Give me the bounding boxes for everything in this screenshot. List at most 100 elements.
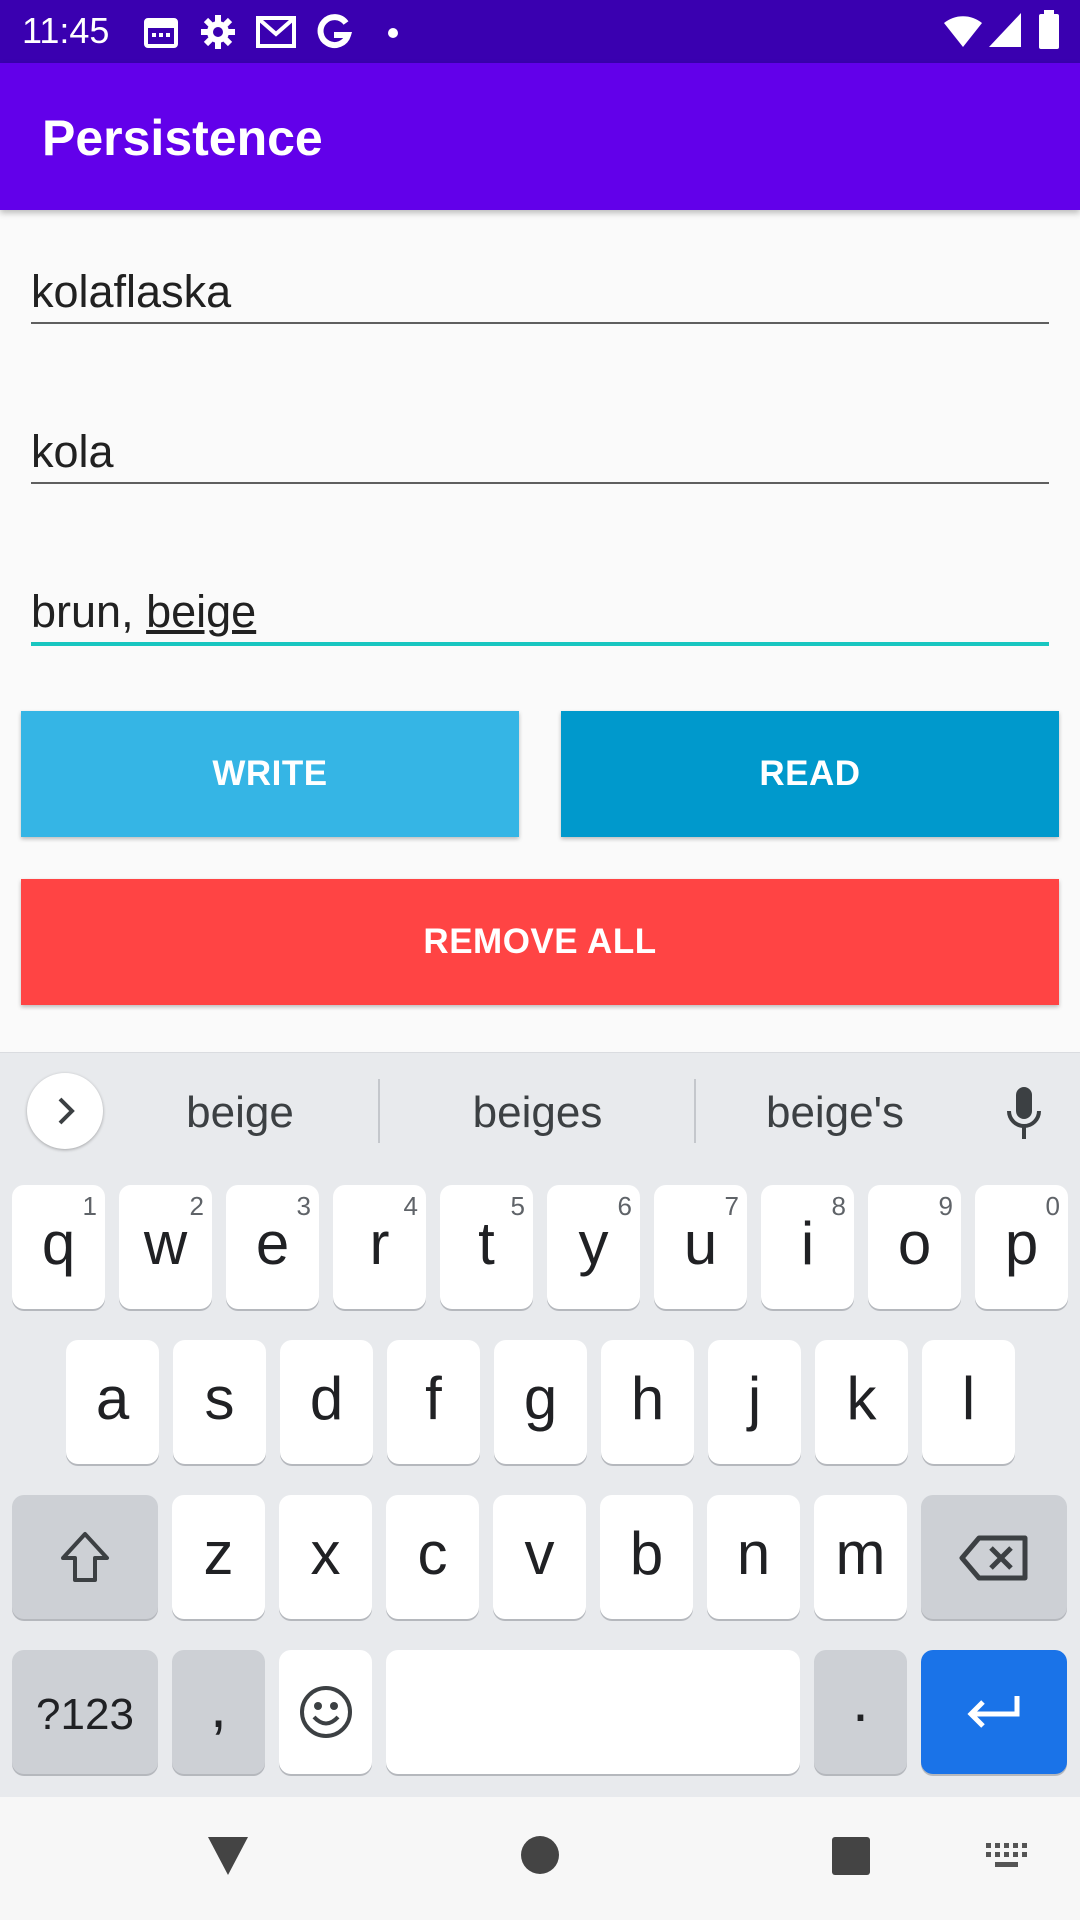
text-field-3[interactable]: brun, beige xyxy=(31,582,1049,646)
recents-icon[interactable] xyxy=(831,1836,871,1876)
space-key[interactable] xyxy=(386,1650,800,1774)
gmail-icon xyxy=(256,16,296,48)
remove-all-button[interactable]: REMOVE ALL xyxy=(21,879,1059,1005)
key-k[interactable]: k xyxy=(815,1340,908,1464)
composing-word: beige xyxy=(146,586,257,637)
key-f[interactable]: f xyxy=(387,1340,480,1464)
back-icon[interactable] xyxy=(206,1835,250,1877)
key-b-label: b xyxy=(629,1520,664,1587)
key-o[interactable]: o9 xyxy=(868,1185,961,1309)
text-field-2-value: kola xyxy=(31,426,114,477)
key-o-hint: 9 xyxy=(938,1191,953,1221)
key-c[interactable]: c xyxy=(386,1495,479,1619)
key-h[interactable]: h xyxy=(601,1340,694,1464)
navigation-bar xyxy=(0,1797,1080,1920)
text-field-2[interactable]: kola xyxy=(31,422,1049,484)
keyboard-switch-icon[interactable] xyxy=(986,1843,1028,1871)
key-x[interactable]: x xyxy=(279,1495,372,1619)
key-t-hint: 5 xyxy=(510,1191,525,1221)
keyboard: beige beiges beige's q1w2e3r4t5y6u7i8o9p… xyxy=(0,1052,1080,1798)
key-a[interactable]: a xyxy=(66,1340,159,1464)
comma-key[interactable]: , xyxy=(172,1650,265,1774)
comma-key-label: , xyxy=(210,1673,227,1740)
settings-icon xyxy=(201,15,235,49)
calendar-icon xyxy=(144,18,178,48)
key-y-hint: 6 xyxy=(617,1191,632,1221)
suggestion-divider xyxy=(694,1079,696,1143)
key-g-label: g xyxy=(523,1365,558,1432)
shift-icon xyxy=(61,1532,109,1582)
key-m-label: m xyxy=(835,1520,886,1587)
period-key[interactable]: . xyxy=(814,1650,907,1774)
key-g[interactable]: g xyxy=(494,1340,587,1464)
wifi-icon xyxy=(944,16,982,47)
key-s[interactable]: s xyxy=(173,1340,266,1464)
key-p[interactable]: p0 xyxy=(975,1185,1068,1309)
suggestion-divider xyxy=(378,1079,380,1143)
key-a-label: a xyxy=(95,1365,130,1432)
key-e-hint: 3 xyxy=(296,1191,311,1221)
text-field-3-value: brun, xyxy=(31,586,147,637)
enter-key[interactable] xyxy=(921,1650,1067,1774)
key-j-label: j xyxy=(747,1365,762,1432)
signal-icon xyxy=(989,13,1021,47)
key-r[interactable]: r4 xyxy=(333,1185,426,1309)
key-l-label: l xyxy=(961,1365,976,1432)
key-p-hint: 0 xyxy=(1045,1191,1060,1221)
key-h-label: h xyxy=(630,1365,665,1432)
period-key-label: . xyxy=(852,1667,869,1734)
status-time: 11:45 xyxy=(22,10,110,51)
key-z[interactable]: z xyxy=(172,1495,265,1619)
key-q[interactable]: q1 xyxy=(12,1185,105,1309)
key-v[interactable]: v xyxy=(493,1495,586,1619)
emoji-key[interactable] xyxy=(279,1650,372,1774)
home-icon[interactable] xyxy=(520,1835,560,1875)
key-n-label: n xyxy=(736,1520,771,1587)
key-v-label: v xyxy=(524,1520,555,1587)
text-field-1-value: kolaflaska xyxy=(31,266,232,317)
suggestion-1[interactable]: beige xyxy=(130,1083,350,1143)
key-d[interactable]: d xyxy=(280,1340,373,1464)
key-w[interactable]: w2 xyxy=(119,1185,212,1309)
key-z-label: z xyxy=(203,1520,234,1587)
key-e[interactable]: e3 xyxy=(226,1185,319,1309)
key-r-hint: 4 xyxy=(403,1191,418,1221)
suggestion-2[interactable]: beiges xyxy=(410,1083,665,1143)
key-u-hint: 7 xyxy=(724,1191,739,1221)
app-bar: Persistence xyxy=(0,63,1080,210)
key-i-hint: 8 xyxy=(831,1191,846,1221)
key-u[interactable]: u7 xyxy=(654,1185,747,1309)
key-t[interactable]: t5 xyxy=(440,1185,533,1309)
read-button[interactable]: READ xyxy=(561,711,1059,837)
key-c-label: c xyxy=(417,1520,448,1587)
status-bar: 11:45 xyxy=(0,0,1080,63)
chevron-right-icon xyxy=(58,1097,75,1125)
key-x-label: x xyxy=(310,1520,341,1587)
key-s-label: s xyxy=(204,1365,235,1432)
key-j[interactable]: j xyxy=(708,1340,801,1464)
google-icon xyxy=(317,14,352,49)
shift-key[interactable] xyxy=(12,1495,158,1619)
app-title: Persistence xyxy=(42,110,323,166)
key-w-hint: 2 xyxy=(189,1191,204,1221)
battery-icon xyxy=(1039,10,1059,49)
key-b[interactable]: b xyxy=(600,1495,693,1619)
suggestion-3[interactable]: beige's xyxy=(720,1083,950,1143)
key-l[interactable]: l xyxy=(922,1340,1015,1464)
dot-icon xyxy=(388,28,398,38)
backspace-key[interactable] xyxy=(921,1495,1067,1619)
symbols-key-label: ?123 xyxy=(36,1690,134,1739)
suggestion-expand-button[interactable] xyxy=(27,1073,103,1149)
key-k-label: k xyxy=(846,1365,877,1432)
key-n[interactable]: n xyxy=(707,1495,800,1619)
text-field-1[interactable]: kolaflaska xyxy=(31,262,1049,324)
key-m[interactable]: m xyxy=(814,1495,907,1619)
key-y[interactable]: y6 xyxy=(547,1185,640,1309)
write-button[interactable]: WRITE xyxy=(21,711,519,837)
key-i[interactable]: i8 xyxy=(761,1185,854,1309)
mic-icon[interactable] xyxy=(1004,1085,1044,1141)
key-d-label: d xyxy=(309,1365,344,1432)
enter-icon xyxy=(967,1696,1020,1728)
symbols-key[interactable]: ?123 xyxy=(12,1650,158,1774)
emoji-icon xyxy=(300,1686,352,1738)
